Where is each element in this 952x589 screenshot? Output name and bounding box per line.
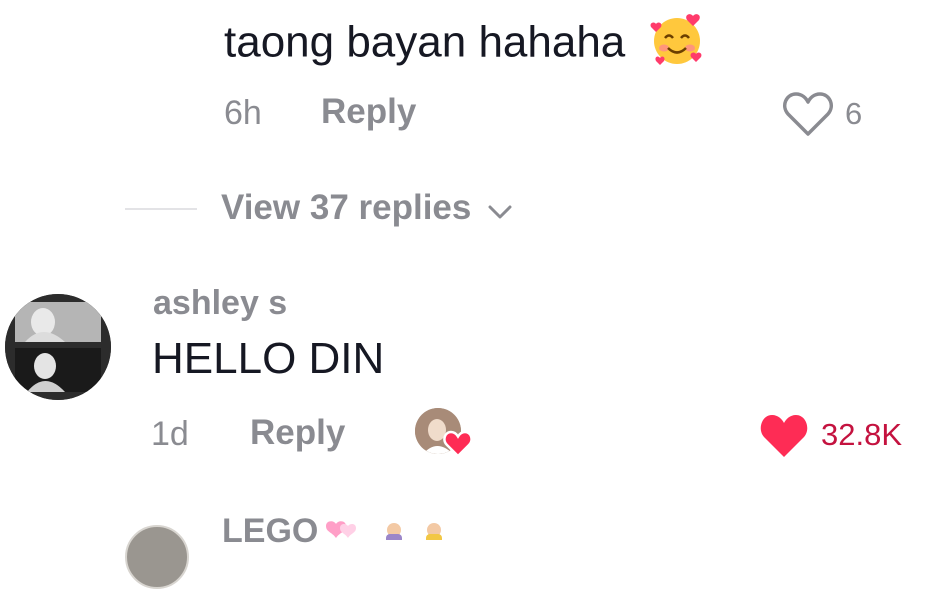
reply-button[interactable]: Reply (321, 92, 416, 132)
avatar[interactable] (5, 294, 111, 400)
liked-by-creator-badge (415, 408, 473, 460)
smiling-face-with-hearts-icon (648, 10, 706, 80)
comment-text: HELLO DIN (152, 334, 385, 383)
emoji-group-icon (322, 516, 462, 545)
replies-divider (125, 208, 197, 210)
view-replies-button[interactable]: View 37 replies (221, 188, 513, 230)
comment-text: taong bayan hahaha (224, 10, 706, 80)
like-count: 6 (845, 96, 863, 131)
chevron-down-icon (487, 190, 513, 230)
reply-button[interactable]: Reply (250, 413, 345, 453)
comment-timestamp: 1d (151, 415, 189, 453)
comment-username[interactable]: LEGO (222, 512, 318, 551)
heart-filled-icon (443, 430, 473, 463)
comment-username[interactable]: ashley s (153, 284, 287, 323)
like-count: 32.8K (821, 417, 903, 452)
comment-timestamp: 6h (224, 94, 262, 132)
heart-filled-icon[interactable] (758, 411, 810, 464)
heart-outline-icon[interactable] (782, 90, 834, 143)
avatar[interactable] (125, 525, 189, 589)
